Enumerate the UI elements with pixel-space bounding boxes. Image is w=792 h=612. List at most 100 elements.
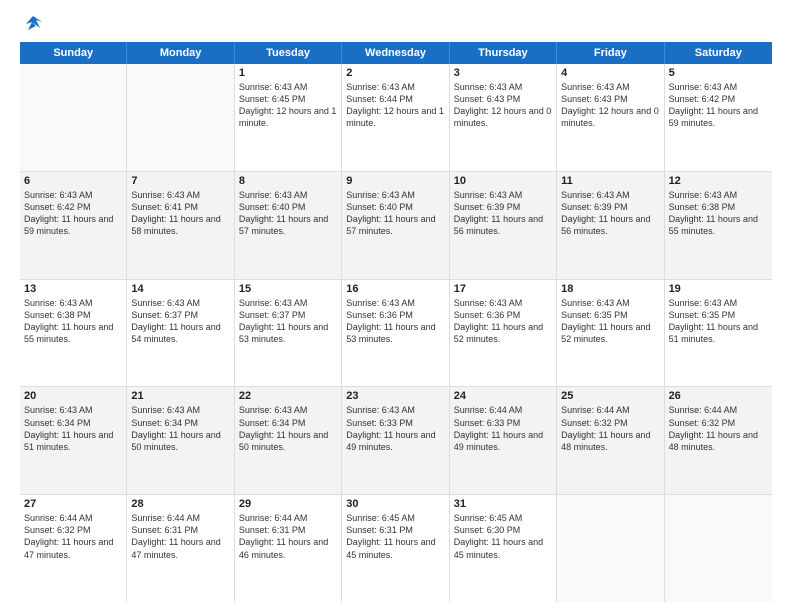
cell-info: Sunrise: 6:44 AM Sunset: 6:31 PM Dayligh… [239,512,337,561]
header-day-monday: Monday [127,42,234,64]
day-cell-1: 1 Sunrise: 6:43 AM Sunset: 6:45 PM Daylig… [235,64,342,171]
cell-info: Sunrise: 6:45 AM Sunset: 6:31 PM Dayligh… [346,512,444,561]
cell-info: Sunrise: 6:43 AM Sunset: 6:35 PM Dayligh… [561,297,659,346]
header-day-wednesday: Wednesday [342,42,449,64]
day-cell-8: 8 Sunrise: 6:43 AM Sunset: 6:40 PM Daylig… [235,172,342,279]
day-cell-24: 24Sunrise: 6:44 AM Sunset: 6:33 PM Dayli… [450,387,557,494]
day-number: 19 [669,283,768,295]
cell-info: Sunrise: 6:43 AM Sunset: 6:41 PM Dayligh… [131,189,229,238]
day-number: 26 [669,390,768,402]
cell-info: Sunrise: 6:43 AM Sunset: 6:43 PM Dayligh… [561,81,659,130]
calendar-row-2: 6 Sunrise: 6:43 AM Sunset: 6:42 PM Daylig… [20,172,772,280]
cell-info: Sunrise: 6:43 AM Sunset: 6:37 PM Dayligh… [131,297,229,346]
empty-cell [665,495,772,602]
day-number: 21 [131,390,229,402]
day-cell-27: 27 Sunrise: 6:44 AM Sunset: 6:32 PM Dayli… [20,495,127,602]
cell-info: Sunrise: 6:44 AM Sunset: 6:32 PM Dayligh… [561,404,659,453]
day-number: 31 [454,498,552,510]
day-number: 22 [239,390,337,402]
day-number: 29 [239,498,337,510]
page: SundayMondayTuesdayWednesdayThursdayFrid… [0,0,792,612]
calendar-row-1: 1 Sunrise: 6:43 AM Sunset: 6:45 PM Daylig… [20,64,772,172]
day-number: 3 [454,67,552,79]
logo-bird-icon [22,12,44,34]
empty-cell [557,495,664,602]
header-day-saturday: Saturday [665,42,772,64]
cell-info: Sunrise: 6:43 AM Sunset: 6:38 PM Dayligh… [24,297,122,346]
day-number: 1 [239,67,337,79]
header [20,16,772,34]
cell-info: Sunrise: 6:43 AM Sunset: 6:36 PM Dayligh… [454,297,552,346]
cell-info: Sunrise: 6:43 AM Sunset: 6:39 PM Dayligh… [454,189,552,238]
day-number: 12 [669,175,768,187]
day-number: 14 [131,283,229,295]
calendar-header: SundayMondayTuesdayWednesdayThursdayFrid… [20,42,772,64]
cell-info: Sunrise: 6:43 AM Sunset: 6:45 PM Dayligh… [239,81,337,130]
cell-info: Sunrise: 6:43 AM Sunset: 6:39 PM Dayligh… [561,189,659,238]
day-number: 16 [346,283,444,295]
header-day-tuesday: Tuesday [235,42,342,64]
day-number: 9 [346,175,444,187]
day-number: 25 [561,390,659,402]
day-number: 7 [131,175,229,187]
day-number: 20 [24,390,122,402]
header-day-sunday: Sunday [20,42,127,64]
day-number: 8 [239,175,337,187]
day-number: 15 [239,283,337,295]
day-cell-26: 26 Sunrise: 6:44 AM Sunset: 6:32 PM Dayli… [665,387,772,494]
day-number: 5 [669,67,768,79]
day-cell-18: 18 Sunrise: 6:43 AM Sunset: 6:35 PM Dayli… [557,280,664,387]
empty-cell [20,64,127,171]
cell-info: Sunrise: 6:43 AM Sunset: 6:44 PM Dayligh… [346,81,444,130]
day-number: 27 [24,498,122,510]
day-cell-31: 31 Sunrise: 6:45 AM Sunset: 6:30 PM Dayli… [450,495,557,602]
day-number: 10 [454,175,552,187]
day-number: 30 [346,498,444,510]
empty-cell [127,64,234,171]
day-cell-3: 3 Sunrise: 6:43 AM Sunset: 6:43 PM Daylig… [450,64,557,171]
cell-info: Sunrise: 6:44 AM Sunset: 6:32 PM Dayligh… [669,404,768,453]
day-cell-10: 10 Sunrise: 6:43 AM Sunset: 6:39 PM Dayli… [450,172,557,279]
day-cell-14: 14 Sunrise: 6:43 AM Sunset: 6:37 PM Dayli… [127,280,234,387]
calendar-row-5: 27 Sunrise: 6:44 AM Sunset: 6:32 PM Dayli… [20,495,772,602]
cell-info: Sunrise: 6:43 AM Sunset: 6:38 PM Dayligh… [669,189,768,238]
day-cell-17: 17 Sunrise: 6:43 AM Sunset: 6:36 PM Dayli… [450,280,557,387]
day-cell-21: 21Sunrise: 6:43 AM Sunset: 6:34 PM Dayli… [127,387,234,494]
cell-info: Sunrise: 6:43 AM Sunset: 6:43 PM Dayligh… [454,81,552,130]
day-number: 6 [24,175,122,187]
day-number: 24 [454,390,552,402]
day-number: 2 [346,67,444,79]
calendar-row-4: 20 Sunrise: 6:43 AM Sunset: 6:34 PM Dayli… [20,387,772,495]
cell-info: Sunrise: 6:43 AM Sunset: 6:37 PM Dayligh… [239,297,337,346]
day-number: 17 [454,283,552,295]
cell-info: Sunrise: 6:43 AM Sunset: 6:40 PM Dayligh… [239,189,337,238]
cell-info: Sunrise: 6:43 AM Sunset: 6:42 PM Dayligh… [669,81,768,130]
day-number: 13 [24,283,122,295]
cell-info: Sunrise: 6:43 AM Sunset: 6:34 PM Dayligh… [24,404,122,453]
day-number: 28 [131,498,229,510]
cell-info: Sunrise: 6:43 AM Sunset: 6:40 PM Dayligh… [346,189,444,238]
cell-info: Sunrise: 6:44 AM Sunset: 6:31 PM Dayligh… [131,512,229,561]
calendar: SundayMondayTuesdayWednesdayThursdayFrid… [20,42,772,602]
day-number: 4 [561,67,659,79]
day-cell-7: 7 Sunrise: 6:43 AM Sunset: 6:41 PM Daylig… [127,172,234,279]
cell-info: Sunrise: 6:44 AM Sunset: 6:32 PM Dayligh… [24,512,122,561]
day-number: 18 [561,283,659,295]
day-cell-11: 11Sunrise: 6:43 AM Sunset: 6:39 PM Dayli… [557,172,664,279]
cell-info: Sunrise: 6:43 AM Sunset: 6:42 PM Dayligh… [24,189,122,238]
logo [20,16,44,34]
day-cell-28: 28 Sunrise: 6:44 AM Sunset: 6:31 PM Dayli… [127,495,234,602]
day-cell-6: 6 Sunrise: 6:43 AM Sunset: 6:42 PM Daylig… [20,172,127,279]
day-cell-22: 22 Sunrise: 6:43 AM Sunset: 6:34 PM Dayli… [235,387,342,494]
day-cell-20: 20 Sunrise: 6:43 AM Sunset: 6:34 PM Dayli… [20,387,127,494]
day-cell-4: 4 Sunrise: 6:43 AM Sunset: 6:43 PM Daylig… [557,64,664,171]
cell-info: Sunrise: 6:43 AM Sunset: 6:34 PM Dayligh… [239,404,337,453]
day-cell-12: 12 Sunrise: 6:43 AM Sunset: 6:38 PM Dayli… [665,172,772,279]
cell-info: Sunrise: 6:45 AM Sunset: 6:30 PM Dayligh… [454,512,552,561]
day-cell-16: 16 Sunrise: 6:43 AM Sunset: 6:36 PM Dayli… [342,280,449,387]
header-day-thursday: Thursday [450,42,557,64]
cell-info: Sunrise: 6:43 AM Sunset: 6:35 PM Dayligh… [669,297,768,346]
day-cell-29: 29 Sunrise: 6:44 AM Sunset: 6:31 PM Dayli… [235,495,342,602]
cell-info: Sunrise: 6:43 AM Sunset: 6:36 PM Dayligh… [346,297,444,346]
calendar-body: 1 Sunrise: 6:43 AM Sunset: 6:45 PM Daylig… [20,64,772,602]
